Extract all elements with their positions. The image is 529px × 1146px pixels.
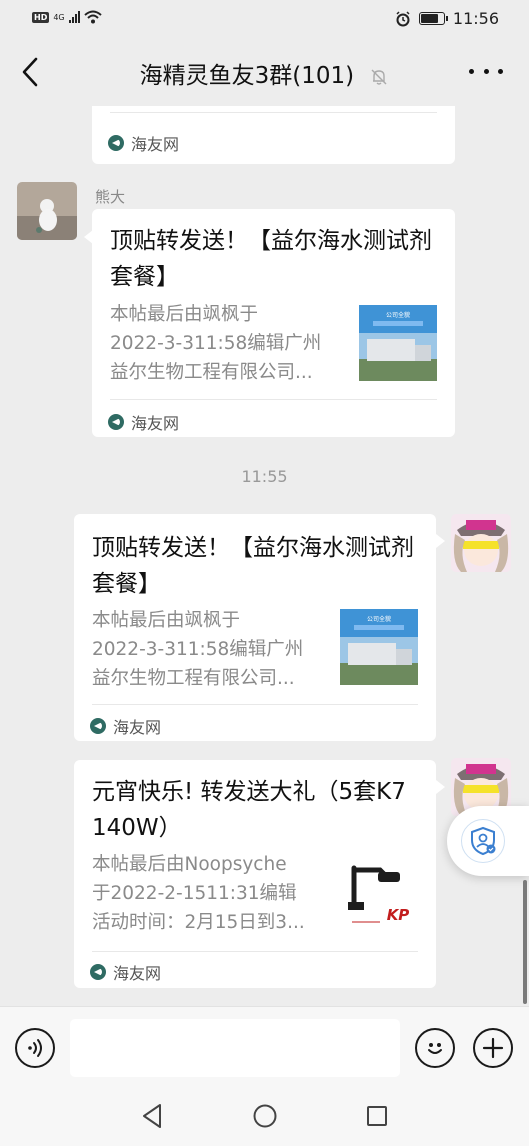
bubble-tail [436, 780, 445, 794]
emoji-icon [428, 1043, 442, 1054]
chat-title-wrap: 海精灵鱼友3群(101) [0, 56, 529, 90]
card-desc: 本帖最后由飒枫于 2022-3-311:58编辑广州 益尔生物工程有限公司... [110, 304, 322, 383]
hd-badge: HD [32, 11, 50, 23]
haiyou-source-icon [108, 135, 124, 151]
triangle-back-icon [143, 1104, 161, 1128]
emoji-button[interactable] [415, 1028, 455, 1068]
card-desc-partial: ​ [110, 106, 410, 110]
plus-icon [482, 1037, 504, 1059]
signal-icon [68, 11, 80, 23]
avatar-xiongda[interactable] [17, 182, 77, 240]
wifi-icon [83, 10, 102, 24]
status-bar: HD 4G 11:56 [0, 0, 529, 38]
plus-button[interactable] [473, 1028, 513, 1068]
more-dots-icon [469, 68, 474, 74]
message-card[interactable]: 元宵快乐! 转发送大礼（5套K7 140W） 本帖最后由Noopsyche 于2… [74, 760, 436, 988]
bubble-tail [436, 534, 445, 548]
card-source-label: 海友网 [131, 414, 180, 433]
svg-text:公司全貌: 公司全貌 [367, 615, 391, 623]
card-separator [92, 704, 418, 705]
message-card-partial[interactable]: ​ 海友网 [92, 106, 455, 164]
haiyou-source-icon [90, 718, 106, 734]
status-right: 11:56 [395, 9, 499, 28]
voice-icon [28, 1039, 42, 1057]
network-label: 4G [53, 12, 65, 22]
bell-off-icon [371, 69, 387, 85]
svg-text:公司全貌: 公司全貌 [386, 311, 410, 319]
avatar-image [17, 182, 77, 240]
message-input[interactable] [70, 1019, 400, 1077]
square-recent-icon [367, 1106, 387, 1126]
card-source: 海友网 [90, 960, 161, 984]
nav-recent-button[interactable] [363, 1102, 391, 1130]
voice-button[interactable] [15, 1028, 55, 1068]
card-source: 海友网 [108, 131, 179, 155]
avatar-self[interactable] [451, 514, 511, 572]
chat-messages[interactable]: ​ 海友网 熊大 顶贴转发送！【益尔海水测试剂套餐】 本帖最后由飒枫于 2022… [0, 106, 529, 1006]
card-separator [92, 951, 418, 952]
card-separator [110, 399, 437, 400]
card-desc: 本帖最后由Noopsyche 于2022-2-1511:31编辑 活动时间：2月… [92, 854, 305, 933]
security-float-button[interactable] [447, 806, 529, 876]
card-source-label: 海友网 [131, 135, 180, 154]
message-card[interactable]: 顶贴转发送！【益尔海水测试剂套餐】 本帖最后由飒枫于 2022-3-311:58… [74, 514, 436, 741]
card-thumbnail: 公司全貌 [340, 609, 418, 685]
message-card[interactable]: 顶贴转发送！【益尔海水测试剂套餐】 本帖最后由飒枫于 2022-3-311:58… [92, 209, 455, 437]
nav-home-button[interactable] [251, 1102, 279, 1130]
battery-icon [418, 12, 448, 25]
security-ring [461, 819, 505, 863]
timestamp: 11:55 [241, 467, 288, 486]
card-source: 海友网 [108, 410, 179, 434]
haiyou-source-icon [90, 964, 106, 980]
input-bar [0, 1006, 529, 1082]
system-nav-bar [0, 1082, 529, 1146]
sender-name: 熊大 [95, 188, 126, 206]
svg-text:KP: KP [387, 906, 410, 924]
chat-title: 海精灵鱼友3群(101) [139, 63, 355, 89]
card-title: 顶贴转发送！【益尔海水测试剂套餐】 [110, 228, 432, 290]
chat-header: 海精灵鱼友3群(101) [0, 38, 529, 106]
status-time: 11:56 [452, 9, 499, 28]
shield-user-icon [471, 826, 496, 856]
card-title: 元宵快乐! 转发送大礼（5套K7 140W） [92, 779, 406, 841]
card-title: 顶贴转发送！【益尔海水测试剂套餐】 [92, 535, 414, 597]
card-source-label: 海友网 [113, 718, 162, 737]
scrollbar[interactable] [523, 880, 527, 1004]
card-desc: 本帖最后由飒枫于 2022-3-311:58编辑广州 益尔生物工程有限公司... [92, 610, 304, 689]
nav-back-button[interactable] [138, 1102, 166, 1130]
card-source: 海友网 [90, 714, 161, 738]
card-thumbnail: KP [340, 858, 418, 934]
more-button[interactable] [469, 56, 503, 86]
avatar-image [451, 514, 511, 572]
alarm-icon [396, 10, 410, 26]
card-separator [110, 112, 437, 113]
circle-home-icon [253, 1104, 277, 1128]
status-left: HD 4G [32, 10, 102, 24]
card-source-label: 海友网 [113, 964, 162, 983]
haiyou-source-icon [108, 414, 124, 430]
card-thumbnail: 公司全貌 [359, 305, 437, 381]
